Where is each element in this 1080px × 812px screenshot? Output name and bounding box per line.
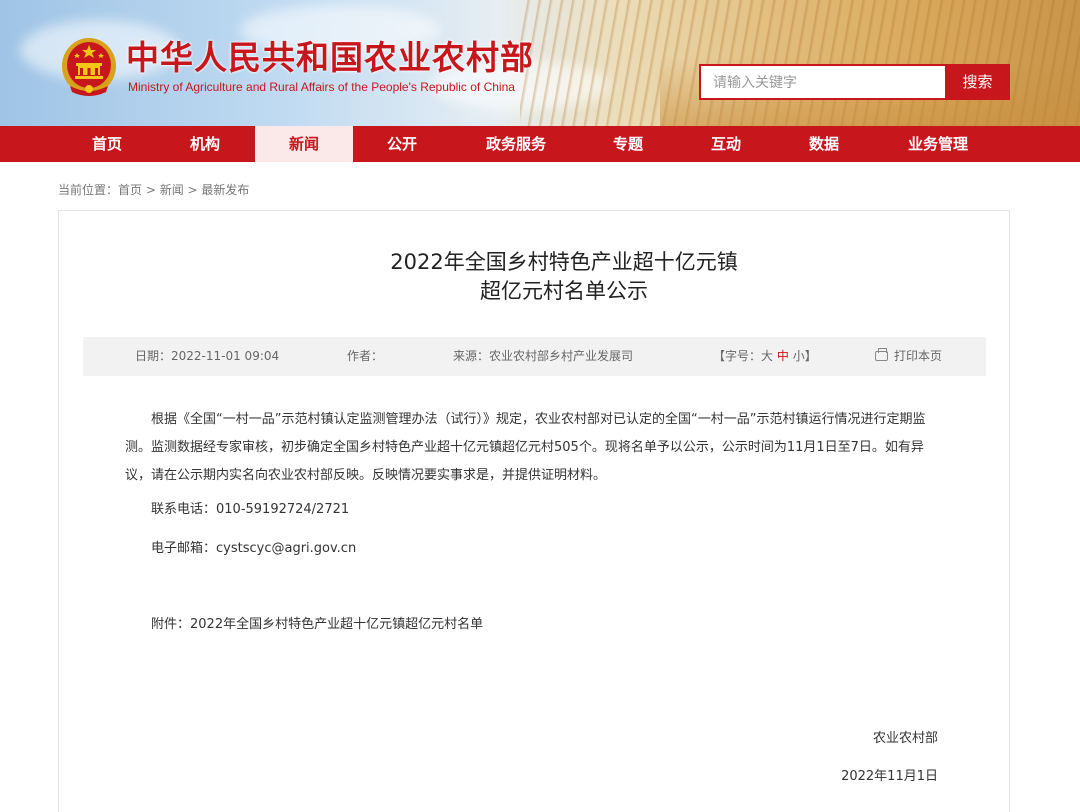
- site-title[interactable]: 中华人民共和国农业农村部: [126, 38, 534, 78]
- font-size-prefix: 【字号：: [713, 349, 762, 363]
- article-title: 2022年全国乡村特色产业超十亿元镇 超亿元村名单公示: [58, 248, 1070, 306]
- main-nav: 首页 机构 新闻 公开 政务服务 专题 互动 数据 业务管理: [0, 126, 1080, 162]
- font-size-small-button[interactable]: 小: [793, 349, 805, 363]
- nav-item-organization[interactable]: 机构: [175, 126, 235, 162]
- font-size-big-button[interactable]: 大: [761, 349, 773, 363]
- breadcrumb-news[interactable]: 新闻: [160, 183, 184, 197]
- nav-item-government-services[interactable]: 政务服务: [476, 126, 556, 162]
- sign-date: 2022年11月1日: [841, 769, 938, 784]
- national-emblem-icon: [62, 38, 116, 96]
- breadcrumb-prefix: 当前位置：: [58, 183, 119, 197]
- font-size-suffix: 】: [804, 349, 817, 363]
- attachment-link[interactable]: 附件：2022年全国乡村特色产业超十亿元镇超亿元村名单: [151, 615, 483, 635]
- breadcrumb: 当前位置：首页 > 新闻 > 最新发布: [58, 182, 249, 198]
- breadcrumb-separator: >: [142, 183, 160, 197]
- nav-item-business-management[interactable]: 业务管理: [898, 126, 978, 162]
- contact-phone: 联系电话：010-59192724/2721: [151, 502, 350, 517]
- printer-icon: [875, 348, 888, 361]
- site-subtitle: Ministry of Agriculture and Rural Affair…: [128, 80, 515, 94]
- article-title-line1: 2022年全国乡村特色产业超十亿元镇: [390, 250, 738, 274]
- article-title-line2: 超亿元村名单公示: [480, 279, 648, 303]
- search-input[interactable]: 请输入关键字: [699, 64, 947, 100]
- breadcrumb-latest[interactable]: 最新发布: [201, 183, 249, 197]
- nav-item-topics[interactable]: 专题: [598, 126, 658, 162]
- contact-email: 电子邮箱：cystscyc@agri.gov.cn: [151, 541, 357, 556]
- print-button[interactable]: 打印本页: [875, 337, 942, 376]
- font-size-mid-button[interactable]: 中: [777, 349, 789, 363]
- meta-author: 作者：: [347, 349, 384, 363]
- article-meta-bar: 日期：2022-11-01 09:04 作者： 来源：农业农村部乡村产业发展司 …: [83, 337, 986, 376]
- meta-source: 来源：农业农村部乡村产业发展司: [453, 349, 634, 363]
- meta-date: 日期：2022-11-01 09:04: [135, 349, 280, 363]
- nav-item-news[interactable]: 新闻: [255, 126, 353, 162]
- nav-item-interaction[interactable]: 互动: [696, 126, 756, 162]
- breadcrumb-home[interactable]: 首页: [118, 183, 142, 197]
- nav-item-data[interactable]: 数据: [794, 126, 854, 162]
- search-button[interactable]: 搜索: [945, 64, 1010, 100]
- signature: 农业农村部: [872, 731, 938, 746]
- nav-item-public[interactable]: 公开: [372, 126, 432, 162]
- nav-item-home[interactable]: 首页: [77, 126, 137, 162]
- article-body-paragraph: 根据《全国“一村一品”示范村镇认定监测管理办法（试行）》规定，农业农村部对已认定…: [125, 412, 926, 483]
- meta-font-size: 【字号：大 中 小】: [713, 337, 817, 376]
- breadcrumb-separator: >: [183, 183, 202, 197]
- print-label: 打印本页: [894, 349, 943, 363]
